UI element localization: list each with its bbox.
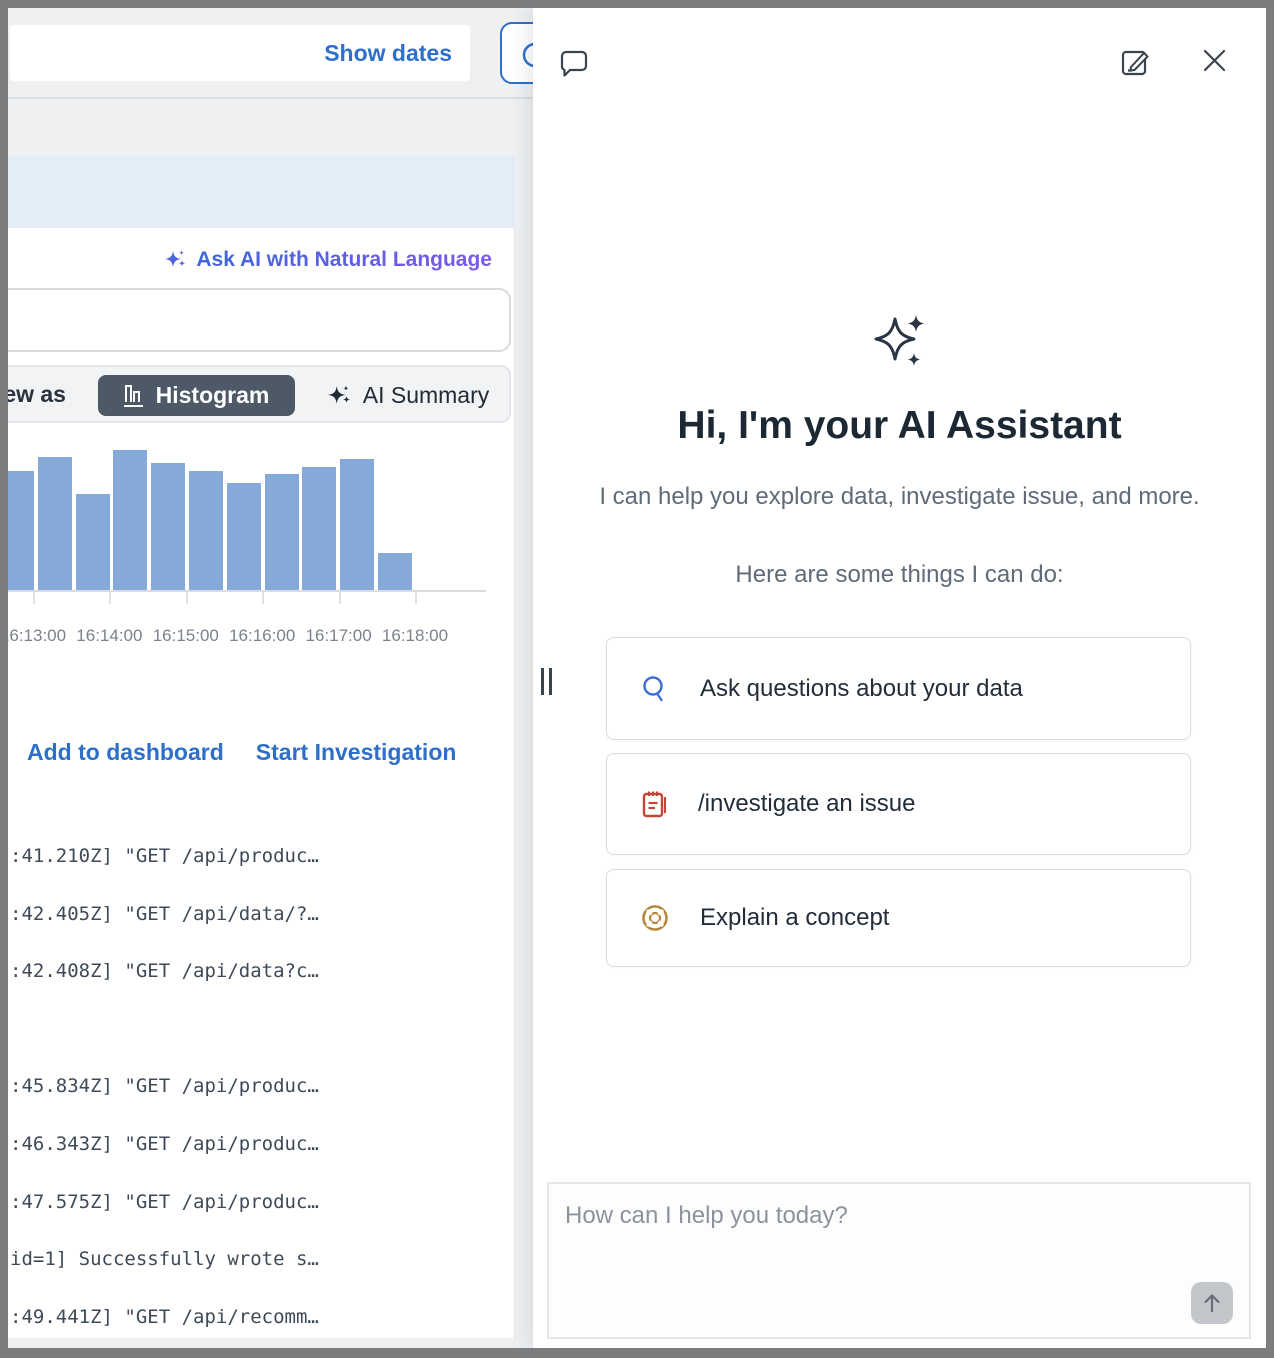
sparkle-icon	[327, 383, 353, 409]
assistant-subtitle-2: Here are some things I can do:	[585, 556, 1215, 594]
app-screen: Show dates Ask AI with Natural Language …	[8, 8, 1266, 1348]
assistant-subtitle: I can help you explore data, investigate…	[585, 478, 1215, 516]
x-axis-tick	[339, 592, 341, 604]
histogram-icon	[124, 384, 146, 408]
log-line[interactable]: :42.405Z] "GET /api/data/?…	[10, 903, 319, 929]
notepad-icon	[640, 789, 668, 819]
x-axis-tick	[109, 592, 111, 604]
show-dates-button[interactable]: Show dates	[324, 40, 452, 67]
histogram-bar[interactable]	[227, 483, 261, 590]
log-line[interactable]: :46.343Z] "GET /api/produc…	[10, 1133, 319, 1159]
start-investigation-link[interactable]: Start Investigation	[256, 739, 457, 766]
log-line[interactable]: :49.441Z] "GET /api/recomm…	[10, 1306, 319, 1332]
histogram-bar[interactable]	[302, 467, 336, 590]
chat-input-container	[547, 1182, 1251, 1339]
tab-ai-summary[interactable]: AI Summary	[310, 375, 506, 416]
assistant-title: Hi, I'm your AI Assistant	[533, 404, 1266, 448]
log-line[interactable]: :45.834Z] "GET /api/produc…	[10, 1075, 319, 1101]
histogram-bar[interactable]	[340, 459, 374, 590]
chat-input[interactable]	[549, 1184, 1249, 1337]
ask-ai-label: Ask AI with Natural Language	[196, 248, 492, 272]
histogram-bar[interactable]	[76, 494, 110, 590]
log-line[interactable]: :42.408Z] "GET /api/data?c…	[10, 960, 319, 986]
ask-ai-link[interactable]: Ask AI with Natural Language	[8, 246, 492, 274]
chart-actions: Add to dashboard Start Investigation	[27, 739, 456, 766]
assistant-sparkle-icon	[533, 313, 1266, 384]
lifebuoy-icon	[640, 903, 670, 933]
arrow-up-icon	[1199, 1290, 1225, 1316]
info-banner	[8, 156, 515, 228]
log-line[interactable]: :41.210Z] "GET /api/produc…	[10, 845, 319, 871]
view-as-tabbar: View as Histogram AI Summary	[8, 365, 511, 423]
histogram-bar[interactable]	[189, 471, 223, 590]
suggestion-explain[interactable]: Explain a concept	[606, 869, 1191, 967]
sparkle-icon	[164, 248, 188, 272]
histogram-bar[interactable]	[151, 463, 185, 590]
toolbar: Show dates	[10, 25, 470, 81]
histogram-bar[interactable]	[38, 457, 72, 590]
suggestion-label: Ask questions about your data	[700, 675, 1023, 703]
log-line[interactable]: :47.575Z] "GET /api/produc…	[10, 1191, 319, 1217]
view-as-label: View as	[8, 381, 66, 408]
search-icon	[640, 674, 670, 704]
add-to-dashboard-link[interactable]: Add to dashboard	[27, 739, 224, 766]
suggestion-ask-questions[interactable]: Ask questions about your data	[606, 637, 1191, 740]
tab-histogram[interactable]: Histogram	[98, 375, 295, 416]
tab-histogram-label: Histogram	[156, 382, 270, 409]
histogram-bar[interactable]	[8, 471, 34, 590]
panel-resize-handle[interactable]	[541, 668, 553, 695]
suggestion-label: Explain a concept	[700, 904, 889, 932]
close-panel-icon[interactable]	[1201, 47, 1228, 74]
tab-ai-summary-label: AI Summary	[363, 382, 490, 409]
suggestion-label: /investigate an issue	[698, 790, 915, 818]
x-axis-tick	[262, 592, 264, 604]
chat-history-icon[interactable]	[558, 47, 590, 80]
histogram-bar[interactable]	[378, 553, 412, 590]
x-axis-tick-label: 16:18:00	[370, 626, 460, 646]
log-line[interactable]: id=1] Successfully wrote s…	[10, 1248, 319, 1274]
new-chat-icon[interactable]	[1119, 46, 1151, 78]
suggestion-investigate[interactable]: /investigate an issue	[606, 753, 1191, 855]
x-axis-tick	[415, 592, 417, 604]
histogram-bar[interactable]	[113, 450, 147, 590]
query-input[interactable]	[8, 288, 511, 352]
divider	[8, 97, 533, 99]
ai-assistant-panel: Hi, I'm your AI Assistant I can help you…	[533, 8, 1266, 1348]
histogram-bar[interactable]	[265, 474, 299, 590]
x-axis-tick	[186, 592, 188, 604]
x-axis-tick	[33, 592, 35, 604]
send-button[interactable]	[1191, 1282, 1233, 1324]
log-volume-histogram	[8, 438, 500, 590]
